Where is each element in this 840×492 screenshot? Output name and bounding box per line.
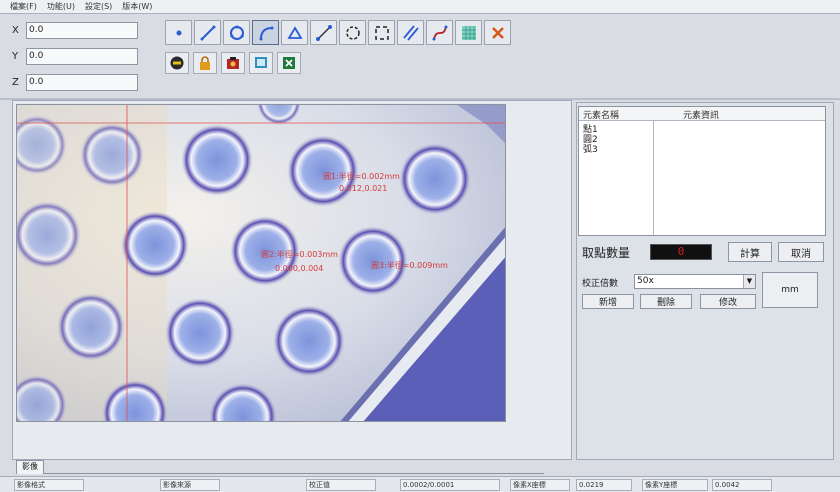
- list-item[interactable]: 圓2: [583, 135, 598, 145]
- y-coordinate-field[interactable]: [26, 47, 138, 65]
- lock-button[interactable]: [193, 52, 217, 74]
- angle-tool-button[interactable]: [281, 20, 308, 45]
- add-calibration-button[interactable]: 新增: [582, 294, 634, 309]
- arc-icon: [259, 26, 273, 40]
- y-label: Y: [12, 50, 19, 62]
- coordinate-panel: X Y Z: [12, 16, 162, 94]
- line-tool-button[interactable]: [194, 20, 221, 45]
- calibration-label: 校正倍數: [582, 279, 619, 289]
- point-count-label: 取點數量: [582, 246, 631, 260]
- status-pixel-x-label: 像素X座標: [510, 479, 570, 491]
- delete-calibration-button[interactable]: 刪除: [640, 294, 692, 309]
- chevron-down-icon: ▼: [743, 275, 755, 288]
- lock-icon: [200, 56, 210, 70]
- annotation-circle2-radius: 圓2:半徑=0.003mm: [261, 249, 338, 259]
- status-pixel-y-label: 像素Y座標: [642, 479, 708, 491]
- arc-tool-button[interactable]: [252, 20, 279, 45]
- save-button[interactable]: [165, 52, 189, 74]
- calibration-select[interactable]: 50x ▼: [634, 274, 756, 289]
- status-pixel-y-value: 0.0042: [712, 479, 772, 491]
- display-button[interactable]: [249, 52, 273, 74]
- column-element-name[interactable]: 元素名稱: [583, 108, 619, 121]
- monitor-icon: [255, 57, 267, 68]
- measurement-overlay: 圓1:半徑=0.002mm 0.012,0.021 圓2:半徑=0.003mm …: [261, 171, 448, 273]
- curve-tool-button[interactable]: [426, 20, 453, 45]
- z-label: Z: [12, 76, 19, 88]
- point-tool-button[interactable]: [165, 20, 192, 45]
- modify-calibration-button[interactable]: 修改: [700, 294, 756, 309]
- camera-viewport[interactable]: 圓1:半徑=0.002mm 0.012,0.021 圓2:半徑=0.003mm …: [16, 104, 506, 422]
- tab-image[interactable]: 影像: [16, 460, 44, 474]
- rectangle-corner-icon: [374, 25, 389, 40]
- status-calibration-value: 0.0002/0.0001: [400, 479, 500, 491]
- status-image-format-label: 影像格式: [14, 479, 84, 491]
- x-coordinate-field[interactable]: [26, 21, 138, 39]
- circle-icon: [229, 25, 244, 40]
- camera-button[interactable]: [221, 52, 245, 74]
- rectangle-tool-button[interactable]: [368, 20, 395, 45]
- parallel-lines-icon: [402, 24, 419, 41]
- z-coordinate-field[interactable]: [26, 73, 138, 91]
- point-icon: [176, 30, 181, 35]
- list-item[interactable]: 弧3: [583, 145, 598, 155]
- grid-tool-button[interactable]: [455, 20, 482, 45]
- annotation-circle2-center: 0.000,0.004: [275, 264, 323, 273]
- delete-tool-button[interactable]: [484, 20, 511, 45]
- curve-icon: [432, 25, 447, 40]
- delete-x-icon: [491, 26, 504, 39]
- angle-icon: [286, 25, 303, 39]
- column-element-info[interactable]: 元素資訊: [683, 108, 719, 121]
- menu-version[interactable]: 版本(W): [122, 1, 152, 12]
- view-tabstrip: 影像: [16, 460, 544, 474]
- menu-bar: 檔案(F) 功能(U) 設定(S) 版本(W): [0, 0, 840, 14]
- grid-icon: [461, 25, 476, 40]
- annotation-circle3-radius: 圓3:半徑=0.009mm: [371, 260, 448, 270]
- line-icon: [200, 25, 215, 40]
- menu-settings[interactable]: 設定(S): [85, 1, 112, 12]
- cancel-button[interactable]: 取消: [778, 242, 824, 262]
- point-count-display: 0: [650, 244, 712, 260]
- status-bar: 影像格式 影像來源 校正值 0.0002/0.0001 像素X座標 0.0219…: [0, 476, 840, 492]
- status-image-source-label: 影像來源: [160, 479, 220, 491]
- annotation-circle1-radius: 圓1:半徑=0.002mm: [323, 171, 400, 181]
- menu-file[interactable]: 檔案(F): [10, 1, 37, 12]
- status-calibration-label: 校正值: [306, 479, 376, 491]
- measure-toolbar: [165, 20, 511, 46]
- menu-function[interactable]: 功能(U): [47, 1, 75, 12]
- calculate-button[interactable]: 計算: [728, 242, 772, 262]
- action-toolbar: [165, 52, 301, 76]
- element-list-header: 元素名稱 元素資訊: [579, 107, 825, 121]
- circle-tool-button[interactable]: [223, 20, 250, 45]
- ellipse-tool-button[interactable]: [339, 20, 366, 45]
- element-list[interactable]: 元素名稱 元素資訊 點1 圓2 弧3: [578, 106, 826, 236]
- distance-icon: [315, 24, 332, 41]
- parallel-tool-button[interactable]: [397, 20, 424, 45]
- excel-icon: [283, 57, 295, 69]
- calibration-selected-value: 50x: [637, 276, 654, 286]
- excel-export-button[interactable]: [277, 52, 301, 74]
- status-pixel-x-value: 0.0219: [576, 479, 632, 491]
- list-item[interactable]: 點1: [583, 125, 598, 135]
- annotation-circle1-center: 0.012,0.021: [339, 184, 387, 193]
- x-label: X: [12, 24, 19, 36]
- save-icon: [170, 56, 184, 70]
- unit-button[interactable]: mm: [762, 272, 818, 308]
- camera-icon: [227, 57, 239, 69]
- distance-tool-button[interactable]: [310, 20, 337, 45]
- polygon-circle-icon: [345, 25, 360, 40]
